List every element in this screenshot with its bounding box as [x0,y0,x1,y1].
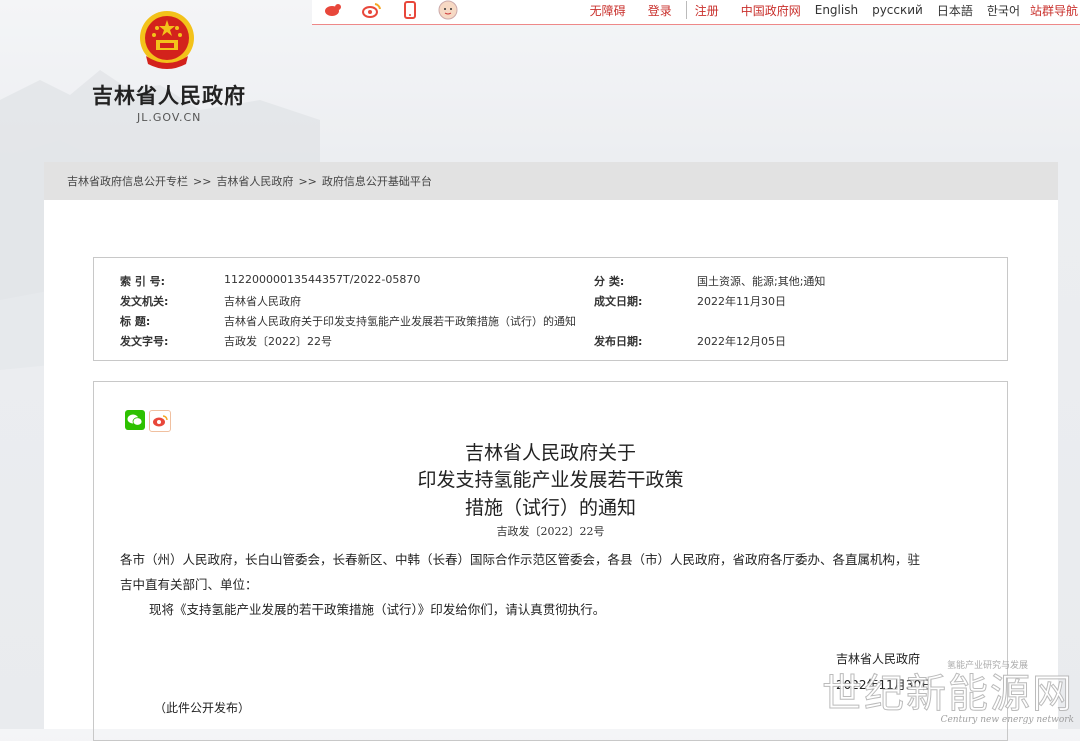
share-buttons [125,410,171,432]
breadcrumb-item-info-column[interactable]: 吉林省政府信息公开专栏 [67,173,188,189]
accessibility-link[interactable]: 无障碍 [590,2,626,19]
publication-note: （此件公开发布） [154,701,251,715]
info-row: 发文字号: 吉政发〔2022〕22号 发布日期: 2022年12月05日 [94,333,1007,353]
logo-title: 吉林省人民政府 [92,84,246,108]
published-date-value: 2022年12月05日 [697,335,786,348]
info-row: 标 题: 吉林省人民政府关于印发支持氢能产业发展若干政策措施（试行）的通知 [94,313,1007,333]
weibo-share-icon[interactable] [149,410,171,432]
site-logo[interactable]: 吉林省人民政府 JL.GOV.CN [92,8,272,138]
login-link[interactable]: 登录 [648,2,672,19]
national-emblem-icon [140,11,194,69]
category-value: 国土资源、能源;其他;通知 [697,275,826,288]
addressee-text: 吉中直有关部门、单位： [120,577,258,592]
title-value: 吉林省人民政府关于印发支持氢能产业发展若干政策措施（试行）的通知 [224,315,576,328]
register-link[interactable]: 注册 [695,2,719,19]
addressee-text: 各市（州）人民政府，长白山管委会，长春新区、中韩（长春）国际合作示范区管委会，各… [120,552,921,567]
mobile-icon[interactable] [400,1,420,19]
main-panel: 索 引 号: 11220000013544357T/2022-05870 分 类… [44,200,1058,741]
watermark: 世纪新能源网 Century new energy network [822,661,1075,726]
doc-title-line: 吉林省人民政府关于 [464,442,636,464]
wechat-share-icon[interactable] [125,410,145,430]
weibo-circle-icon[interactable] [362,1,382,19]
russian-link[interactable]: русский [872,3,923,17]
watermark-logo-text: 世纪新能源网 [822,671,1074,718]
divider [685,1,687,19]
published-date-label: 发布日期: [594,335,643,348]
doc-title-line: 印发支持氢能产业发展若干政策 [417,469,684,491]
breadcrumb-item-platform[interactable]: 政府信息公开基础平台 [322,173,432,189]
breadcrumb-separator: >> [298,174,317,188]
info-row: 发文机关: 吉林省人民政府 成文日期: 2022年11月30日 [94,293,1007,313]
english-link[interactable]: English [815,3,858,17]
doc-title-line: 措施（试行）的通知 [464,497,636,519]
avatar-icon[interactable] [438,0,458,20]
document-info-table: 索 引 号: 11220000013544357T/2022-05870 分 类… [93,257,1008,361]
gov-cn-link[interactable]: 中国政府网 [741,2,801,19]
issuer-value: 吉林省人民政府 [224,295,301,308]
top-bar: 无障碍 登录 注册 中国政府网 English русский 日本語 한국어 … [312,0,1080,25]
logo-domain: JL.GOV.CN [137,111,202,124]
index-value: 11220000013544357T/2022-05870 [224,273,421,286]
body-text: 现将《支持氢能产业发展的若干政策措施（试行）》印发给你们，请认真贯彻执行。 [149,602,606,617]
top-social-icons [324,0,458,20]
category-label: 分 类: [594,275,625,288]
info-row: 索 引 号: 11220000013544357T/2022-05870 分 类… [94,273,1007,293]
site-nav-link[interactable]: 站群导航 [1030,2,1078,19]
doc-number-label: 发文字号: [120,335,169,348]
doc-number: 吉政发〔2022〕22号 [496,525,605,538]
created-date-value: 2022年11月30日 [697,295,786,308]
korean-link[interactable]: 한국어 [987,2,1020,19]
created-date-label: 成文日期: [594,295,643,308]
weibo-icon[interactable] [324,1,344,19]
breadcrumb-separator: >> [193,174,212,188]
japanese-link[interactable]: 日本語 [937,2,973,19]
index-label: 索 引 号: [120,275,166,288]
doc-number-value: 吉政发〔2022〕22号 [224,335,332,348]
breadcrumb: 吉林省政府信息公开专栏 >> 吉林省人民政府 >> 政府信息公开基础平台 [44,162,1058,200]
title-label: 标 题: [120,315,151,328]
issuer-label: 发文机关: [120,295,169,308]
breadcrumb-item-government[interactable]: 吉林省人民政府 [216,173,293,189]
